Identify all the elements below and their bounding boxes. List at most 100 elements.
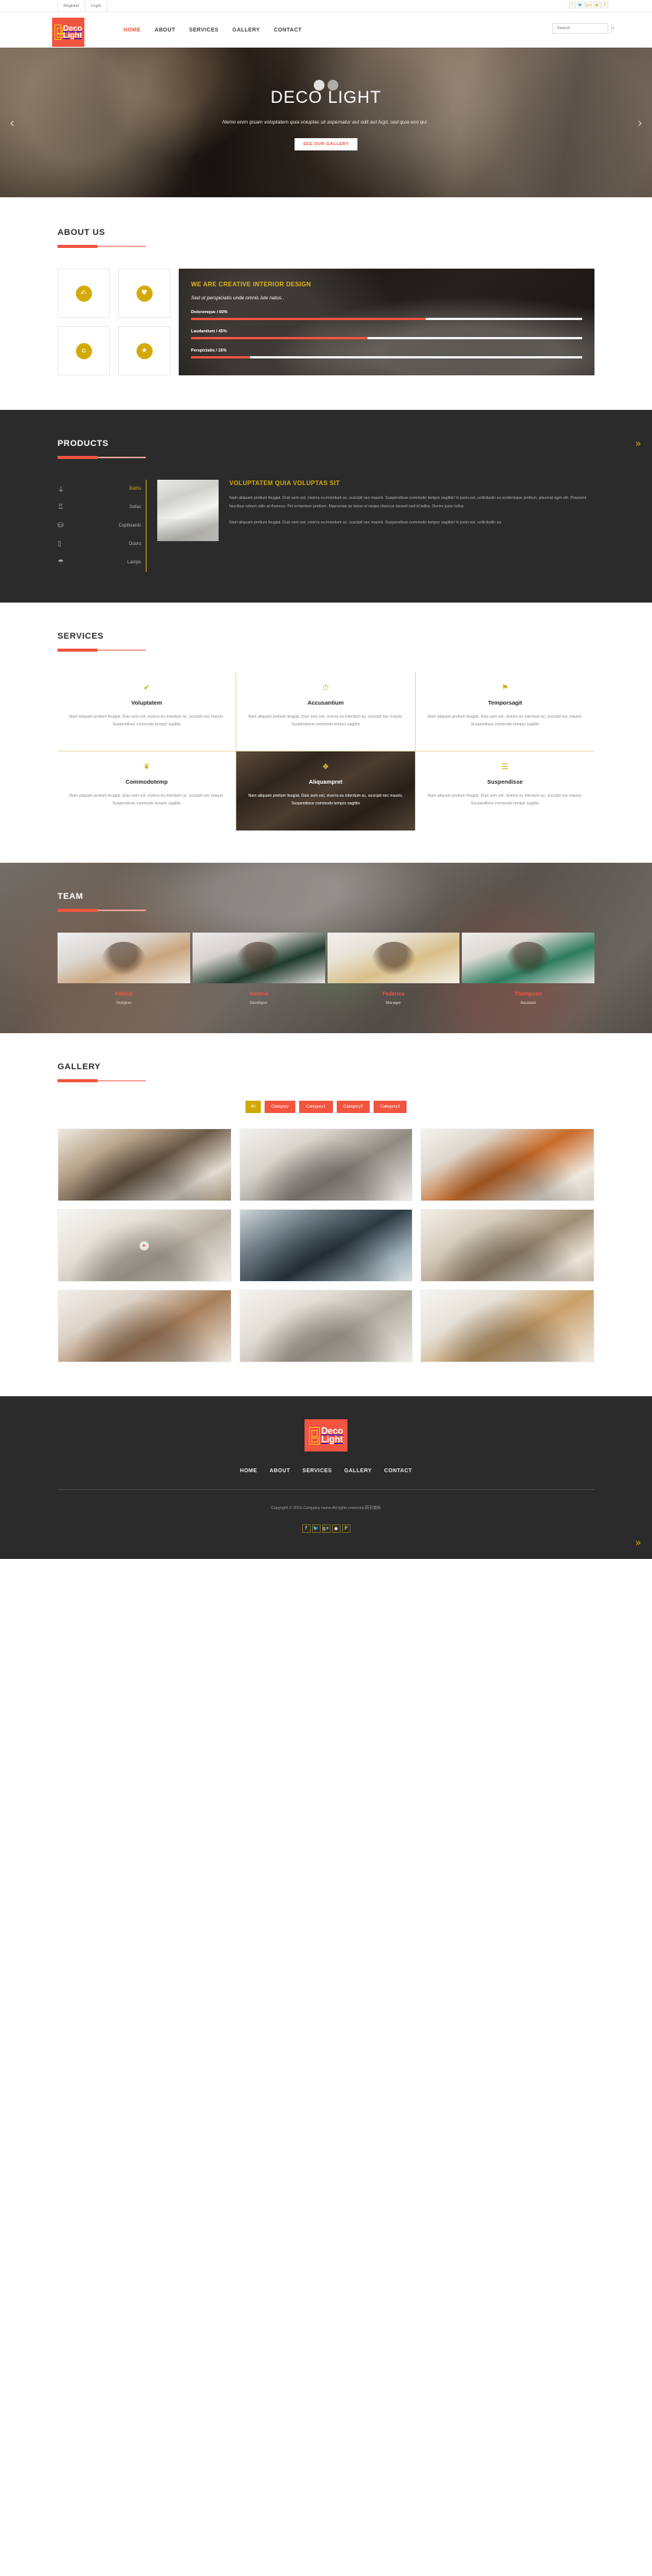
gallery-item[interactable]: ▶ (58, 1209, 232, 1282)
search-input[interactable] (553, 24, 611, 33)
logo-line-2: Light (63, 31, 82, 40)
service-card-aliquampret[interactable]: ❖ Aliquampret Nam aliquam pretium feugia… (236, 751, 416, 831)
footer-nav-services[interactable]: SERVICES (302, 1468, 331, 1474)
skill-label: Perspiciatis / 15% (191, 348, 227, 353)
team-member-name: Federica (382, 992, 405, 997)
layers-icon: ☰ (501, 763, 509, 771)
gallery-item[interactable] (420, 1128, 594, 1201)
avatar (462, 933, 594, 983)
hero-dot-2[interactable] (328, 80, 338, 91)
copyright-text: Copyright © 2016.Company name All rights… (271, 1506, 381, 1511)
products-section: » PRODUCTS ⏚ Baths ♖ Sofas ⛁ Cupboards ▯… (0, 410, 652, 603)
team-member-name: Patrick (114, 992, 133, 997)
gallery-title: GALLERY (58, 1062, 101, 1072)
page-root: Register Login f 🐦 g+ ◉ P Deco Light HOM… (0, 0, 652, 1559)
nav-item-services[interactable]: SERVICES (189, 28, 219, 33)
gallery-item[interactable] (58, 1128, 232, 1201)
hero-next-button[interactable]: › (637, 115, 642, 130)
service-card-suspendisse[interactable]: ☰ Suspendisse Nam aliquam pretium feugia… (416, 751, 594, 831)
twitter-icon[interactable]: 🐦 (311, 1524, 321, 1533)
service-card-accusantium[interactable]: ⏱ Accusantium Nam aliquam pretium feugia… (236, 672, 416, 751)
login-link[interactable]: Login (84, 0, 107, 12)
gallery-filter-category2[interactable]: Category2 (336, 1101, 370, 1113)
about-panel-title: WE ARE CREATIVE INTERIOR DESIGN (191, 281, 311, 288)
facebook-icon[interactable]: f (569, 2, 576, 8)
product-tab-baths[interactable]: ⏚ Baths (58, 480, 146, 498)
check-icon: ✔ (143, 684, 150, 692)
about-section: ABOUT US ✍ ♥ ⌂ ★ WE ARE CREATIVE INTERIO… (0, 197, 652, 410)
team-member-patrick[interactable]: Patrick Designer (58, 933, 190, 1006)
footer-nav-home[interactable]: HOME (240, 1468, 258, 1474)
team-member-victoria[interactable]: Victoria Developer (192, 933, 325, 1006)
service-card-commodotemp[interactable]: ❦ Commodotemp Nam aliquam pretium feugia… (58, 751, 237, 831)
about-card-1[interactable]: ✍ (58, 269, 110, 318)
google-plus-icon[interactable]: g+ (585, 2, 592, 8)
auth-links: Register Login (58, 0, 107, 12)
hero-cta-button[interactable]: SEE OUR GALLERY (295, 138, 357, 150)
scroll-to-top-icon[interactable]: » (635, 439, 641, 449)
about-panel-subtitle: Sed ut perspiciatis unde omnis iste natu… (191, 296, 285, 301)
site-logo[interactable]: Deco Light (52, 18, 84, 47)
gallery-item[interactable] (58, 1290, 232, 1362)
site-header: Deco Light HOME ABOUT SERVICES GALLERY C… (0, 12, 652, 48)
about-card-4[interactable]: ★ (118, 326, 170, 375)
gallery-item[interactable] (420, 1290, 594, 1362)
lamp-icon: ☂ (58, 559, 64, 566)
service-card-temporsagit[interactable]: ⚑ Temporsagit Nam aliquam pretium feugia… (415, 672, 594, 751)
service-text: Nam aliquam pretium feugiat. Duis sem es… (248, 715, 403, 727)
skill-progress-bar (191, 318, 582, 320)
gallery-filter-category1[interactable]: Category1 (299, 1101, 333, 1113)
home-icon: ⌂ (75, 342, 92, 359)
hero-dot-1[interactable] (314, 80, 324, 91)
gallery-filter-all[interactable]: All (245, 1101, 261, 1113)
pinterest-icon[interactable]: P (601, 2, 608, 8)
nav-item-contact[interactable]: CONTACT (274, 28, 302, 33)
service-name: Temporsagit (488, 699, 522, 706)
hero-prev-button[interactable]: ‹ (10, 115, 15, 130)
register-link[interactable]: Register (58, 0, 84, 12)
footer-nav-about[interactable]: ABOUT (269, 1468, 290, 1474)
gallery-filter-category3[interactable]: Category3 (373, 1101, 407, 1113)
nav-item-home[interactable]: HOME (123, 28, 141, 33)
service-card-voluptatem[interactable]: ✔ Voluptatem Nam aliquam pretium feugiat… (58, 672, 237, 751)
product-tab-lamps[interactable]: ☂ Lamps (58, 553, 146, 572)
product-tab-sofas[interactable]: ♖ Sofas (58, 498, 146, 517)
gallery-section: GALLERY All Category Category1 Category2… (0, 1033, 652, 1396)
team-member-thompson[interactable]: Thompson Assistant (462, 933, 594, 1006)
team-member-federica[interactable]: Federica Manager (327, 933, 460, 1006)
play-icon[interactable]: ▶ (140, 1240, 150, 1250)
sparkle-icon: ❖ (322, 763, 329, 771)
about-card-3[interactable]: ⌂ (58, 326, 110, 375)
footer-social-links: f 🐦 g+ ◉ P (0, 1524, 652, 1533)
team-member-role: Designer (116, 1001, 132, 1006)
gallery-item[interactable] (239, 1128, 413, 1201)
product-image (157, 480, 219, 541)
dribbble-icon[interactable]: ◉ (331, 1524, 341, 1533)
nav-item-gallery[interactable]: GALLERY (232, 28, 260, 33)
gallery-item[interactable] (239, 1290, 413, 1362)
product-tab-cupboards[interactable]: ⛁ Cupboards (58, 517, 146, 535)
footer-divider (58, 1489, 594, 1490)
google-plus-icon[interactable]: g+ (321, 1524, 331, 1533)
footer-nav-contact[interactable]: CONTACT (384, 1468, 413, 1474)
nav-item-about[interactable]: ABOUT (155, 28, 176, 33)
dribbble-icon[interactable]: ◉ (593, 2, 601, 8)
search-icon[interactable]: ⌕ (611, 24, 614, 33)
services-title: SERVICES (58, 632, 104, 641)
products-category-menu: ⏚ Baths ♖ Sofas ⛁ Cupboards ▯ Doors ☂ La… (58, 480, 146, 572)
facebook-icon[interactable]: f (301, 1524, 311, 1533)
footer-nav-gallery[interactable]: GALLERY (344, 1468, 372, 1474)
about-card-2[interactable]: ♥ (118, 269, 170, 318)
twitter-icon[interactable]: 🐦 (577, 2, 584, 8)
footer-logo[interactable]: Deco Light (305, 1419, 347, 1451)
top-social-links: f 🐦 g+ ◉ P (569, 2, 608, 8)
gallery-item[interactable] (239, 1209, 413, 1282)
pinterest-icon[interactable]: P (341, 1524, 351, 1533)
gallery-filter-category[interactable]: Category (264, 1101, 296, 1113)
gallery-item[interactable] (420, 1209, 594, 1282)
product-tab-doors[interactable]: ▯ Doors (58, 535, 146, 553)
product-heading: VOLUPTATEM QUIA VOLUPTAS SIT (229, 480, 341, 487)
skill-perspiciatis: Perspiciatis / 15% (191, 348, 582, 358)
scroll-to-top-icon[interactable]: » (635, 1538, 641, 1548)
bathtub-icon: ⏚ (58, 486, 65, 494)
